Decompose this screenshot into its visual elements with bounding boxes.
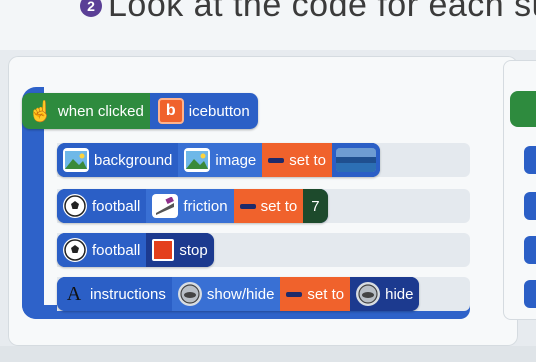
key-b-icon: b — [157, 98, 184, 124]
object-segment: football — [57, 189, 147, 223]
code-row-football-friction[interactable]: football friction set to 7 — [57, 189, 328, 223]
operator-segment[interactable]: set to — [262, 143, 332, 177]
object-label: football — [92, 241, 141, 259]
property-label: friction — [183, 197, 228, 215]
property-label: image — [215, 151, 257, 169]
step-title: Look at the code for each surface: — [108, 0, 536, 24]
background-icon — [63, 148, 89, 172]
friction-icon — [152, 194, 179, 218]
object-segment: background — [57, 143, 179, 177]
stop-icon — [152, 239, 175, 261]
text-object-icon: A — [63, 282, 85, 306]
operator-segment[interactable]: set to — [280, 277, 351, 311]
next-row-stub — [524, 192, 536, 220]
value-segment[interactable]: hide — [350, 277, 420, 311]
football-icon — [63, 238, 87, 262]
equals-icon — [286, 291, 303, 297]
value-label: hide — [385, 285, 414, 303]
panel-bottom-shade — [0, 346, 536, 362]
step-number-badge: 2 — [80, 0, 102, 17]
code-row-instructions[interactable]: A instructions show/hide set to hide — [57, 277, 420, 311]
code-row-football-stop[interactable]: football stop — [57, 233, 214, 267]
value-segment[interactable] — [331, 143, 380, 177]
equals-icon — [239, 203, 256, 209]
object-segment: A instructions — [57, 277, 172, 311]
operator-label: set to — [260, 197, 298, 215]
next-row-stub — [524, 236, 536, 264]
ice-image-thumbnail — [335, 148, 376, 172]
value-number[interactable]: 7 — [303, 189, 328, 223]
object-label: instructions — [90, 285, 166, 303]
property-label: show/hide — [206, 285, 275, 303]
code-row-background[interactable]: background image set to — [57, 143, 380, 177]
property-segment[interactable]: show/hide — [171, 277, 281, 311]
object-segment: football — [57, 233, 147, 267]
image-icon — [184, 148, 211, 172]
when-clicked-block[interactable]: ☝ when clicked b icebutton — [22, 93, 258, 129]
action-label: stop — [179, 241, 208, 259]
property-segment[interactable]: friction — [146, 189, 234, 223]
hide-eye-icon — [356, 282, 381, 306]
property-segment[interactable]: image — [178, 143, 263, 177]
next-row-stub — [524, 280, 536, 308]
operator-label: set to — [289, 151, 326, 169]
object-label: football — [92, 197, 141, 215]
football-icon — [63, 194, 87, 218]
header: 2 Look at the code for each surface: — [0, 0, 536, 50]
show-hide-icon — [177, 282, 202, 306]
pointer-hand-icon: ☝ — [28, 100, 53, 123]
operator-label: set to — [307, 285, 345, 303]
when-clicked-label: when clicked — [57, 102, 144, 120]
next-event-block[interactable] — [510, 91, 536, 127]
operator-segment[interactable]: set to — [233, 189, 304, 223]
when-clicked-segment: ☝ when clicked — [22, 93, 150, 129]
event-target-label: icebutton — [188, 102, 250, 120]
event-target-segment[interactable]: b icebutton — [149, 93, 258, 129]
equals-icon — [268, 157, 285, 163]
next-row-stub — [524, 146, 536, 174]
object-label: background — [94, 151, 173, 169]
action-segment[interactable]: stop — [146, 233, 214, 267]
